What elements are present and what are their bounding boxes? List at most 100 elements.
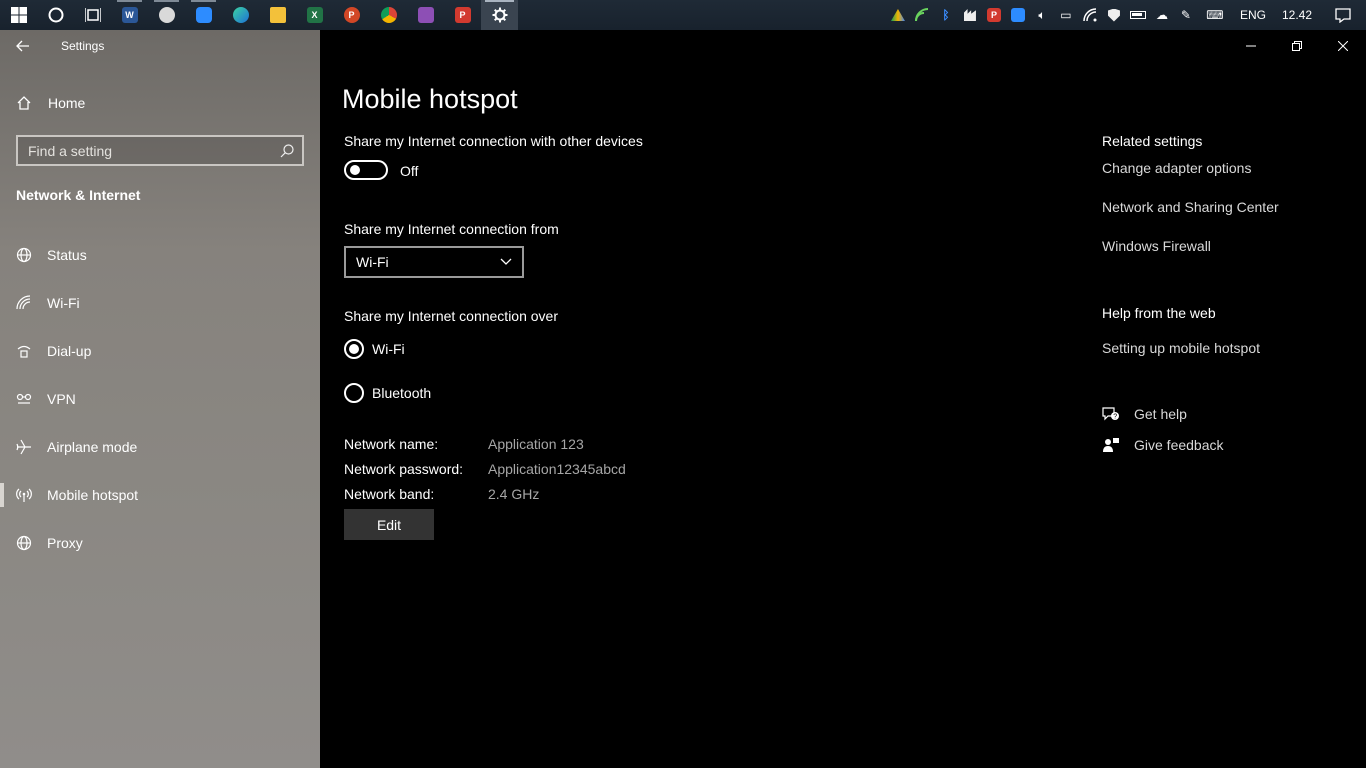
network-signal-icon[interactable] — [910, 0, 934, 30]
give-feedback-link[interactable]: Give feedback — [1102, 437, 1224, 453]
wifi-icon — [0, 295, 47, 311]
action-center-icon[interactable] — [1320, 0, 1366, 30]
psiphon-tray-icon[interactable]: P — [982, 0, 1006, 30]
clock-app-icon — [158, 7, 175, 23]
back-arrow-icon — [16, 40, 29, 52]
get-help-link[interactable]: ? Get help — [1102, 406, 1187, 422]
folder-icon — [269, 7, 286, 23]
pen-icon[interactable]: ✎ — [1174, 0, 1198, 30]
get-help-label: Get help — [1134, 406, 1187, 422]
page-title: Mobile hotspot — [342, 84, 518, 114]
sidebar-item-proxy[interactable]: Proxy — [0, 519, 320, 567]
give-feedback-label: Give feedback — [1134, 437, 1224, 453]
gear-icon — [492, 7, 507, 23]
network-band-label: Network band: — [344, 486, 435, 502]
chat-help-icon: ? — [1102, 407, 1119, 421]
network-sharing-center-link[interactable]: Network and Sharing Center — [1102, 199, 1279, 215]
taskbar-app-excel[interactable]: X — [296, 0, 333, 30]
google-drive-icon[interactable] — [886, 0, 910, 30]
network-password-value: Application12345abcd — [488, 461, 626, 477]
taskbar-app-explorer[interactable] — [259, 0, 296, 30]
wifi-tray-icon[interactable] — [1078, 0, 1102, 30]
close-icon — [1338, 41, 1348, 51]
share-from-label: Share my Internet connection from — [344, 221, 559, 237]
home-label: Home — [48, 95, 86, 111]
taskbar-app-winrar[interactable] — [407, 0, 444, 30]
language-indicator[interactable]: ENG — [1232, 8, 1274, 22]
share-from-dropdown[interactable]: Wi-Fi — [344, 246, 524, 278]
sidebar-item-wifi[interactable]: Wi-Fi — [0, 279, 320, 327]
taskbar-app-zoom[interactable] — [185, 0, 222, 30]
speaker-icon[interactable]: 🔈︎ — [1030, 0, 1054, 30]
search-input[interactable] — [18, 142, 272, 159]
change-adapter-options-link[interactable]: Change adapter options — [1102, 160, 1251, 176]
edit-button[interactable]: Edit — [344, 509, 434, 540]
keyboard-icon[interactable]: ⌨︎ — [1198, 0, 1232, 30]
sidebar-item-label: Proxy — [47, 535, 83, 551]
toggle-state-label: Off — [400, 163, 419, 179]
globe-icon — [0, 247, 47, 263]
taskbar-app-clock[interactable] — [148, 0, 185, 30]
sidebar-item-status[interactable]: Status — [0, 231, 320, 279]
taskbar: W X P P ᛒ P 🔈︎ ▭ ☁︎ ✎ ⌨︎ ENG 12.42 — [0, 0, 1366, 30]
window-controls — [1228, 30, 1366, 62]
zoom-tray-icon[interactable] — [1006, 0, 1030, 30]
network-name-label: Network name: — [344, 436, 439, 452]
taskbar-app-chrome[interactable] — [370, 0, 407, 30]
windows-firewall-link[interactable]: Windows Firewall — [1102, 238, 1211, 254]
factory-icon[interactable] — [958, 0, 982, 30]
close-button[interactable] — [1320, 30, 1366, 62]
globe-icon — [0, 535, 47, 551]
security-shield-icon[interactable] — [1102, 0, 1126, 30]
search-icon[interactable] — [272, 143, 302, 158]
battery-icon[interactable] — [1126, 0, 1150, 30]
sidebar-item-label: Wi-Fi — [47, 295, 80, 311]
clock[interactable]: 12.42 — [1274, 8, 1320, 22]
dialup-icon — [0, 343, 47, 359]
network-band-value: 2.4 GHz — [488, 486, 540, 502]
radio-wifi-label: Wi-Fi — [372, 341, 405, 357]
share-connection-toggle[interactable] — [344, 160, 388, 180]
task-view-button[interactable] — [74, 0, 111, 30]
radio-bluetooth[interactable] — [344, 383, 364, 403]
chrome-icon — [380, 7, 397, 23]
back-button[interactable] — [0, 30, 46, 62]
onedrive-icon[interactable]: ☁︎ — [1150, 0, 1174, 30]
network-name-value: Application 123 — [488, 436, 584, 452]
minimize-button[interactable] — [1228, 30, 1274, 62]
vpn-icon — [0, 393, 47, 405]
feedback-person-icon — [1103, 438, 1119, 452]
home-nav-item[interactable]: Home — [0, 90, 320, 116]
help-from-web-title: Help from the web — [1102, 305, 1216, 321]
meet-now-icon[interactable]: ▭ — [1054, 0, 1078, 30]
start-button[interactable] — [0, 0, 37, 30]
sidebar-item-dialup[interactable]: Dial-up — [0, 327, 320, 375]
sidebar-item-label: Dial-up — [47, 343, 92, 359]
taskbar-app-edge[interactable] — [222, 0, 259, 30]
setting-up-hotspot-link[interactable]: Setting up mobile hotspot — [1102, 340, 1260, 356]
sidebar-item-vpn[interactable]: VPN — [0, 375, 320, 423]
word-icon: W — [121, 7, 138, 23]
task-view-icon — [84, 8, 101, 22]
hotspot-icon — [0, 487, 47, 503]
sidebar-item-airplane-mode[interactable]: Airplane mode — [0, 423, 320, 471]
taskbar-app-word[interactable]: W — [111, 0, 148, 30]
search-box[interactable] — [16, 135, 304, 166]
taskbar-app-powerpoint[interactable]: P — [333, 0, 370, 30]
share-connection-label: Share my Internet connection with other … — [344, 133, 643, 149]
sidebar-item-mobile-hotspot[interactable]: Mobile hotspot — [0, 471, 320, 519]
taskbar-app-settings[interactable] — [481, 0, 518, 30]
nav-list: Status Wi-Fi Dial-up VPN Airplane mode M… — [0, 231, 320, 567]
sidebar-item-label: Status — [47, 247, 87, 263]
home-icon — [0, 95, 48, 111]
app-title: Settings — [61, 39, 105, 53]
restore-button[interactable] — [1274, 30, 1320, 62]
taskbar-app-psiphon[interactable]: P — [444, 0, 481, 30]
excel-icon: X — [306, 7, 323, 23]
bluetooth-icon[interactable]: ᛒ — [934, 0, 958, 30]
search-button[interactable] — [37, 0, 74, 30]
powerpoint-icon: P — [343, 7, 360, 23]
radio-bluetooth-label: Bluetooth — [372, 385, 432, 401]
restore-icon — [1292, 41, 1302, 51]
radio-wifi[interactable] — [344, 339, 364, 359]
